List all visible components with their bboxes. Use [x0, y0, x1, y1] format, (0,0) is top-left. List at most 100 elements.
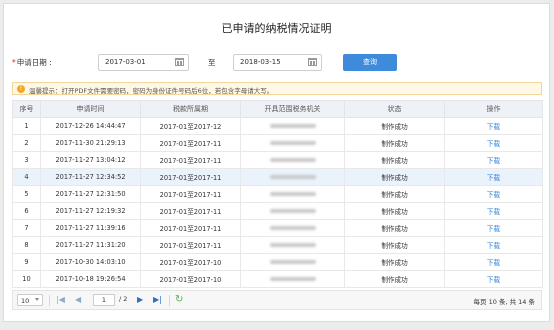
status-cell: 制作成功	[344, 219, 445, 237]
redacted-authority	[269, 158, 316, 162]
download-link-cell: 下载	[444, 151, 543, 169]
download-link-cell: 下载	[444, 270, 543, 288]
status-cell: 制作成功	[344, 117, 445, 135]
page-number-input[interactable]: 1	[93, 294, 115, 306]
table-row: 5 2017-11-27 12:31:50 2017-01至2017-11 制作成功 下…	[12, 185, 543, 203]
pagination-summary: 每页 10 条, 共 14 条	[473, 297, 535, 306]
table-row: 6 2017-11-27 12:19:32 2017-01至2017-11 制作成功 下…	[12, 202, 543, 220]
download-link-cell: 下载	[444, 168, 543, 186]
redacted-authority	[269, 141, 316, 145]
download-link[interactable]: 下载	[487, 208, 500, 216]
tax-period-cell: 2017-01至2017-12	[140, 117, 241, 135]
apply-time-cell: 2017-11-27 11:31:20	[40, 236, 141, 254]
last-page-icon[interactable]: ▶|	[153, 294, 162, 306]
apply-time-cell: 2017-11-27 12:34:52	[40, 168, 141, 186]
chevron-down-icon	[35, 298, 39, 301]
end-date-input[interactable]: 2018-03-15	[233, 54, 322, 71]
redacted-authority	[269, 226, 316, 230]
apply-time-cell: 2017-10-18 19:26:54	[40, 270, 141, 288]
status-cell: 制作成功	[344, 253, 445, 271]
tip-bar: ! 温馨提示：打开PDF文件需要密码，密码为身份证件号码后6位，若包含字母请大写…	[12, 82, 542, 95]
tax-authority-cell	[240, 253, 345, 271]
to-label: 至	[208, 58, 216, 67]
apply-time-cell: 2017-12-26 14:44:47	[40, 117, 141, 135]
status-cell: 制作成功	[344, 151, 445, 169]
download-link-cell: 下载	[444, 202, 543, 220]
download-link[interactable]: 下载	[487, 191, 500, 199]
redacted-authority	[269, 277, 316, 281]
total-pages: / 2	[119, 295, 128, 303]
certificate-table: 序号 申请时间 税款所属期 开具范围税务机关 状态 操作 1 2017-12-26…	[12, 100, 543, 288]
calendar-icon[interactable]	[308, 58, 317, 66]
column-header: 税款所属期	[140, 100, 241, 118]
refresh-icon[interactable]: ↻	[175, 293, 183, 307]
page-size-select[interactable]: 10	[17, 294, 43, 306]
tax-authority-cell	[240, 219, 345, 237]
end-date-value: 2018-03-15	[240, 58, 281, 66]
start-date-value: 2017-03-01	[105, 58, 146, 66]
download-link[interactable]: 下载	[487, 140, 500, 148]
calendar-icon[interactable]	[175, 58, 184, 66]
column-header: 序号	[12, 100, 41, 118]
row-number-cell: 5	[12, 185, 41, 203]
apply-time-cell: 2017-11-27 12:31:50	[40, 185, 141, 203]
download-link[interactable]: 下载	[487, 259, 500, 267]
tax-period-cell: 2017-01至2017-11	[140, 185, 241, 203]
table-row: 1 2017-12-26 14:44:47 2017-01至2017-12 制作成功 下…	[12, 117, 543, 135]
prev-page-icon[interactable]: ◀	[75, 294, 81, 306]
download-link[interactable]: 下载	[487, 174, 500, 182]
row-number-cell: 4	[12, 168, 41, 186]
page-title: 已申请的纳税情况证明	[221, 22, 332, 35]
table-row: 3 2017-11-27 13:04:12 2017-01至2017-11 制作成功 下…	[12, 151, 543, 169]
row-number-cell: 7	[12, 219, 41, 237]
row-number-cell: 8	[12, 236, 41, 254]
tax-authority-cell	[240, 134, 345, 152]
tax-period-cell: 2017-01至2017-11	[140, 151, 241, 169]
status-cell: 制作成功	[344, 236, 445, 254]
column-header: 申请时间	[40, 100, 141, 118]
date-label-text: 申请日期 :	[16, 58, 52, 67]
row-number-cell: 3	[12, 151, 41, 169]
download-link[interactable]: 下载	[487, 123, 500, 131]
download-link[interactable]: 下载	[487, 276, 500, 284]
tax-authority-cell	[240, 151, 345, 169]
tax-period-cell: 2017-01至2017-10	[140, 253, 241, 271]
table-row: 8 2017-11-27 11:31:20 2017-01至2017-11 制作成功 下…	[12, 236, 543, 254]
download-link-cell: 下载	[444, 134, 543, 152]
table-row: 10 2017-10-18 19:26:54 2017-01至2017-10 制作成功…	[12, 270, 543, 288]
download-link[interactable]: 下载	[487, 225, 500, 233]
main-panel: 已申请的纳税情况证明 *申请日期 : 2017-03-01 至 2018-03-…	[3, 3, 550, 322]
column-header: 开具范围税务机关	[240, 100, 345, 118]
download-link[interactable]: 下载	[487, 242, 500, 250]
date-label: *申请日期 :	[12, 57, 52, 68]
tax-authority-cell	[240, 270, 345, 288]
tax-period-cell: 2017-01至2017-11	[140, 202, 241, 220]
tax-authority-cell	[240, 202, 345, 220]
download-link-cell: 下载	[444, 219, 543, 237]
next-page-icon[interactable]: ▶	[137, 294, 143, 306]
tax-authority-cell	[240, 117, 345, 135]
column-header: 状态	[344, 100, 445, 118]
pagination-bar: 10 |◀ ◀ 1 / 2 ▶ ▶| ↻ 每页 10 条, 共 14 条	[12, 290, 542, 310]
tip-text: 温馨提示：打开PDF文件需要密码，密码为身份证件号码后6位，若包含字母请大写。	[29, 86, 274, 95]
redacted-authority	[269, 175, 316, 179]
row-number-cell: 9	[12, 253, 41, 271]
divider	[49, 295, 50, 306]
query-button[interactable]: 查询	[343, 54, 397, 71]
tax-authority-cell	[240, 168, 345, 186]
apply-time-cell: 2017-11-27 11:39:16	[40, 219, 141, 237]
table-row: 9 2017-10-30 14:03:10 2017-01至2017-10 制作成功 下…	[12, 253, 543, 271]
first-page-icon[interactable]: |◀	[56, 294, 65, 306]
tax-period-cell: 2017-01至2017-11	[140, 168, 241, 186]
start-date-input[interactable]: 2017-03-01	[98, 54, 189, 71]
download-link-cell: 下载	[444, 117, 543, 135]
tax-period-cell: 2017-01至2017-10	[140, 270, 241, 288]
search-form: *申请日期 : 2017-03-01 至 2018-03-15 查询	[4, 54, 549, 72]
tax-period-cell: 2017-01至2017-11	[140, 219, 241, 237]
download-link-cell: 下载	[444, 185, 543, 203]
download-link[interactable]: 下载	[487, 157, 500, 165]
status-cell: 制作成功	[344, 134, 445, 152]
table-row: 7 2017-11-27 11:39:16 2017-01至2017-11 制作成功 下…	[12, 219, 543, 237]
tax-period-cell: 2017-01至2017-11	[140, 134, 241, 152]
page-size-value: 10	[21, 296, 30, 305]
